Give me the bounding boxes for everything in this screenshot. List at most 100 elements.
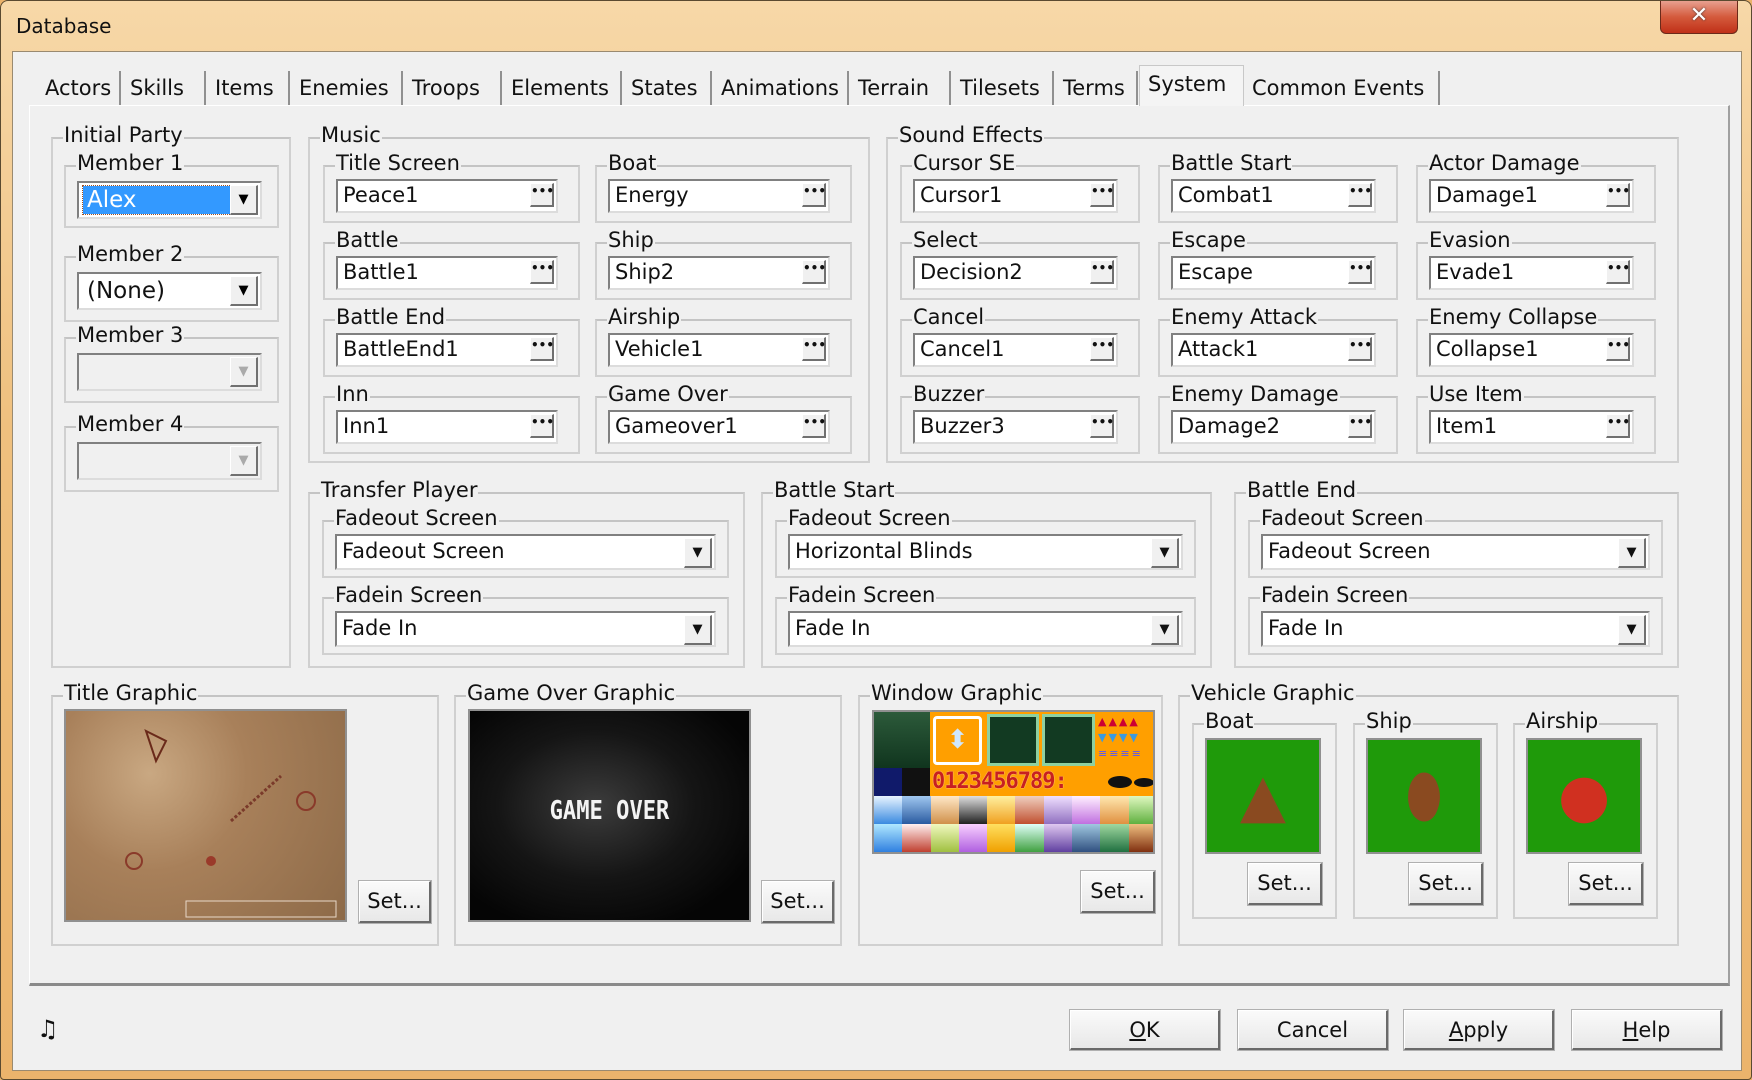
music-field-value: Energy [615, 183, 689, 207]
tab-actors[interactable]: Actors [37, 71, 121, 105]
se-enemy-attack-input[interactable]: Attack1 ••• [1171, 333, 1376, 367]
chevron-down-icon[interactable]: ▼ [230, 357, 258, 387]
chevron-down-icon[interactable]: ▼ [1618, 615, 1646, 645]
music-airship-input[interactable]: Vehicle1 ••• [608, 333, 830, 367]
airship-sprite-icon: ● [1557, 761, 1611, 831]
chevron-down-icon[interactable]: ▼ [684, 615, 712, 645]
music-note-icon[interactable]: ♫ [37, 1015, 59, 1043]
fadeout-select[interactable]: Horizontal Blinds ▼ [788, 534, 1183, 570]
browse-ellipsis-button[interactable]: ••• [802, 183, 826, 207]
member-select[interactable]: Alex ▼ [77, 181, 262, 219]
se-select-input[interactable]: Decision2 ••• [913, 256, 1118, 290]
browse-ellipsis-button[interactable]: ••• [1090, 337, 1114, 361]
fadeout-select[interactable]: Fadeout Screen ▼ [1261, 534, 1650, 570]
browse-ellipsis-button[interactable]: ••• [1348, 183, 1372, 207]
browse-ellipsis-button[interactable]: ••• [1348, 260, 1372, 284]
fadein-select[interactable]: Fade In ▼ [788, 611, 1183, 647]
music-title-screen-input[interactable]: Peace1 ••• [336, 179, 558, 213]
tab-animations[interactable]: Animations [713, 71, 849, 105]
browse-ellipsis-button[interactable]: ••• [1090, 183, 1114, 207]
se-field-value: Evade1 [1436, 260, 1515, 284]
se-field-value: Cancel1 [920, 337, 1005, 361]
se-enemy-damage-input[interactable]: Damage2 ••• [1171, 410, 1376, 444]
se-actor-damage-input[interactable]: Damage1 ••• [1429, 179, 1634, 213]
browse-ellipsis-button[interactable]: ••• [1348, 414, 1372, 438]
tab-states[interactable]: States [623, 71, 712, 105]
se-enemy-collapse-input[interactable]: Collapse1 ••• [1429, 333, 1634, 367]
ok-button[interactable]: OK [1069, 1009, 1221, 1051]
member-value: (None) [87, 278, 165, 304]
browse-ellipsis-button[interactable]: ••• [1606, 414, 1630, 438]
fadein-select[interactable]: Fade In ▼ [1261, 611, 1650, 647]
music-boat-input[interactable]: Energy ••• [608, 179, 830, 213]
browse-ellipsis-button[interactable]: ••• [530, 183, 554, 207]
window-graphic-set-button[interactable]: Set... [1080, 870, 1156, 914]
browse-ellipsis-button[interactable]: ••• [802, 260, 826, 284]
palette-swatch [1100, 796, 1129, 824]
game-over-graphic-set-button[interactable]: Set... [761, 880, 835, 924]
chevron-down-icon[interactable]: ▼ [230, 446, 258, 476]
tab-terrain[interactable]: Terrain [850, 71, 951, 105]
music-field-label: Title Screen [335, 151, 461, 175]
browse-ellipsis-button[interactable]: ••• [1606, 337, 1630, 361]
se-field-label: Buzzer [912, 382, 986, 406]
chevron-down-icon[interactable]: ▼ [1151, 538, 1179, 568]
se-cancel-input[interactable]: Cancel1 ••• [913, 333, 1118, 367]
tab-enemies[interactable]: Enemies [291, 71, 403, 105]
palette-swatch [1100, 824, 1129, 852]
tab-tilesets[interactable]: Tilesets [952, 71, 1054, 105]
tab-common-events[interactable]: Common Events [1244, 71, 1440, 105]
tab-troops[interactable]: Troops [404, 71, 502, 105]
se-battle-start-input[interactable]: Combat1 ••• [1171, 179, 1376, 213]
browse-ellipsis-button[interactable]: ••• [1348, 337, 1372, 361]
chevron-down-icon[interactable]: ▼ [684, 538, 712, 568]
tab-items[interactable]: Items [207, 71, 290, 105]
se-field-value: Combat1 [1178, 183, 1274, 207]
member-select[interactable]: (None) ▼ [77, 272, 262, 310]
fadein-label: Fadein Screen [787, 583, 937, 607]
member-value: Alex [82, 185, 234, 215]
chevron-down-icon[interactable]: ▼ [230, 185, 258, 215]
music-inn-input[interactable]: Inn1 ••• [336, 410, 558, 444]
chevron-down-icon[interactable]: ▼ [1618, 538, 1646, 568]
tab-system[interactable]: System [1139, 65, 1244, 106]
tab-terms[interactable]: Terms [1055, 71, 1138, 105]
browse-ellipsis-button[interactable]: ••• [530, 260, 554, 284]
member-label: Member 2 [76, 242, 185, 266]
browse-ellipsis-button[interactable]: ••• [1606, 183, 1630, 207]
vehicle-airship-set-button[interactable]: Set... [1568, 862, 1644, 906]
music-battle-input[interactable]: Battle1 ••• [336, 256, 558, 290]
se-cursor-se-input[interactable]: Cursor1 ••• [913, 179, 1118, 213]
title-graphic-set-button[interactable]: Set... [358, 880, 432, 924]
se-evasion-input[interactable]: Evade1 ••• [1429, 256, 1634, 290]
apply-button[interactable]: Apply [1403, 1009, 1555, 1051]
browse-ellipsis-button[interactable]: ••• [1090, 414, 1114, 438]
browse-ellipsis-button[interactable]: ••• [530, 337, 554, 361]
browse-ellipsis-button[interactable]: ••• [530, 414, 554, 438]
fadeout-select[interactable]: Fadeout Screen ▼ [335, 534, 716, 570]
browse-ellipsis-button[interactable]: ••• [802, 337, 826, 361]
vehicle-ship-set-button[interactable]: Set... [1408, 862, 1484, 906]
music-battle-end-input[interactable]: BattleEnd1 ••• [336, 333, 558, 367]
fadein-select[interactable]: Fade In ▼ [335, 611, 716, 647]
music-game-over-input[interactable]: Gameover1 ••• [608, 410, 830, 444]
tab-skills[interactable]: Skills [122, 71, 206, 105]
se-field-label: Escape [1170, 228, 1247, 252]
se-escape-input[interactable]: Escape ••• [1171, 256, 1376, 290]
browse-ellipsis-button[interactable]: ••• [1090, 260, 1114, 284]
music-ship-input[interactable]: Ship2 ••• [608, 256, 830, 290]
browse-ellipsis-button[interactable]: ••• [1606, 260, 1630, 284]
tab-elements[interactable]: Elements [503, 71, 622, 105]
browse-ellipsis-button[interactable]: ••• [802, 414, 826, 438]
se-field-label: Enemy Damage [1170, 382, 1340, 406]
title-bar[interactable]: Database ✕ [1, 1, 1752, 51]
close-button[interactable]: ✕ [1660, 1, 1738, 34]
help-button[interactable]: Help [1571, 1009, 1723, 1051]
se-buzzer-input[interactable]: Buzzer3 ••• [913, 410, 1118, 444]
se-use-item-input[interactable]: Item1 ••• [1429, 410, 1634, 444]
button-label-rest: elp [1638, 1018, 1671, 1042]
cancel-button[interactable]: Cancel [1237, 1009, 1389, 1051]
vehicle-boat-set-button[interactable]: Set... [1247, 862, 1323, 906]
chevron-down-icon[interactable]: ▼ [230, 276, 258, 306]
chevron-down-icon[interactable]: ▼ [1151, 615, 1179, 645]
